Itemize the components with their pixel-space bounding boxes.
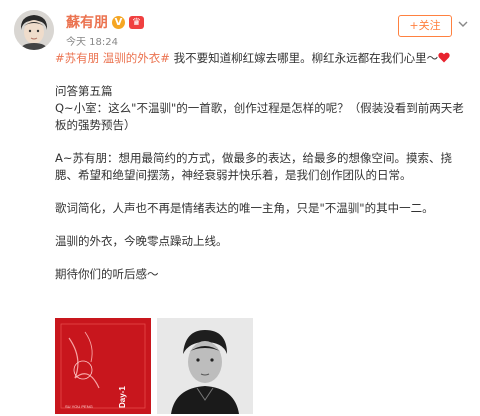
answer-text: A~苏有朋：想用最简约的方式，做最多的表达，给最多的想像空间。摸索、挠腮、希望和… (55, 151, 452, 182)
release-text: 温驯的外衣，今晚零点躁动上线。 (55, 234, 228, 248)
intro-text: 我不要知道柳红嫁去哪里。柳红永远都在我们心里～ (169, 51, 439, 65)
avatar[interactable] (14, 10, 54, 50)
post-image-poster[interactable]: SU YOU PENG Day-1 (55, 318, 151, 414)
question-text: Q~小室：这么"不温驯"的一首歌，创作过程是怎样的呢？（假装没看到前两天老板的强… (55, 101, 464, 132)
heart-icon (438, 52, 450, 63)
qa-heading: 问答第五篇 (55, 84, 113, 98)
weibo-post-card: 蘇有朋 V ♛ 今天 18:24 +关注 #苏有朋 温驯的外衣# 我不要知道柳红… (0, 0, 480, 416)
username[interactable]: 蘇有朋 (66, 12, 108, 32)
verified-icon: V (112, 15, 125, 29)
post-content: #苏有朋 温驯的外衣# 我不要知道柳红嫁去哪里。柳红永远都在我们心里～ 问答第五… (55, 50, 468, 283)
name-row: 蘇有朋 V ♛ (66, 13, 144, 31)
post-time[interactable]: 今天 18:24 (66, 33, 118, 48)
post-header: 蘇有朋 V ♛ 今天 18:24 +关注 (14, 10, 468, 50)
poster-title: Day-1 (118, 386, 127, 408)
svg-text:SU YOU PENG: SU YOU PENG (65, 404, 93, 409)
vip-icon[interactable]: ♛ (129, 15, 144, 29)
follow-button[interactable]: +关注 (398, 15, 452, 37)
closing-text: 期待你们的听后感～ (55, 267, 159, 281)
chevron-down-icon[interactable] (458, 20, 468, 28)
post-images: SU YOU PENG Day-1 (55, 318, 253, 414)
lyrics-text: 歌词简化，人声也不再是情绪表达的唯一主角，只是"不温驯"的其中一二。 (55, 201, 434, 215)
topic-tag[interactable]: #苏有朋 温驯的外衣# (55, 51, 170, 65)
post-image-portrait[interactable] (157, 318, 253, 414)
post-intro: #苏有朋 温驯的外衣# 我不要知道柳红嫁去哪里。柳红永远都在我们心里～ (55, 50, 468, 67)
